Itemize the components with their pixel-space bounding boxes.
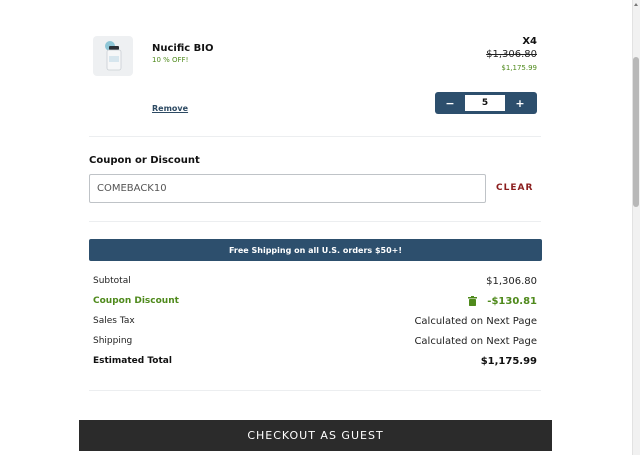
remove-item-link[interactable]: Remove xyxy=(152,104,188,113)
quantity-value[interactable]: 5 xyxy=(465,95,505,111)
product-promo: 10 % OFF! xyxy=(152,56,189,64)
coupon-discount-label: Coupon Discount xyxy=(93,296,179,306)
clear-coupon-button[interactable]: CLEAR xyxy=(496,183,533,193)
sales-tax-label: Sales Tax xyxy=(93,316,135,326)
subtotal-label: Subtotal xyxy=(93,276,131,286)
subtotal-row: Subtotal $1,306.80 xyxy=(93,274,537,288)
divider xyxy=(89,221,541,222)
product-name[interactable]: Nucific BIO xyxy=(152,43,214,54)
quantity-stepper: − 5 + xyxy=(435,92,537,114)
cart-item: Nucific BIO 10 % OFF! X4 $1,306.80 $1,17… xyxy=(89,33,541,123)
subtotal-value: $1,306.80 xyxy=(486,275,537,287)
checkout-as-guest-button[interactable]: CHECKOUT AS GUEST xyxy=(79,420,552,451)
divider xyxy=(89,390,541,391)
sales-tax-row: Sales Tax Calculated on Next Page xyxy=(93,314,537,328)
decrement-button[interactable]: − xyxy=(435,92,465,114)
estimated-total-label: Estimated Total xyxy=(93,356,172,366)
shipping-value: Calculated on Next Page xyxy=(414,335,537,347)
trash-icon[interactable] xyxy=(468,296,478,306)
shipping-label: Shipping xyxy=(93,336,133,346)
estimated-total-row: Estimated Total $1,175.99 xyxy=(93,354,537,368)
sales-tax-value: Calculated on Next Page xyxy=(414,315,537,327)
product-bottle-icon xyxy=(105,41,122,71)
coupon-title: Coupon or Discount xyxy=(89,155,200,166)
scroll-up-icon[interactable] xyxy=(634,3,638,6)
scrollbar[interactable] xyxy=(632,0,640,455)
quantity-multiplier: X4 xyxy=(522,36,537,47)
coupon-discount-value: -$130.81 xyxy=(487,295,537,307)
shipping-row: Shipping Calculated on Next Page xyxy=(93,334,537,348)
scroll-thumb[interactable] xyxy=(633,57,639,207)
price-discounted: $1,175.99 xyxy=(501,64,537,72)
divider xyxy=(89,136,541,137)
coupon-discount-row: Coupon Discount -$130.81 xyxy=(93,294,537,308)
coupon-input[interactable] xyxy=(89,174,486,203)
free-shipping-banner: Free Shipping on all U.S. orders $50+! xyxy=(89,239,542,261)
increment-button[interactable]: + xyxy=(505,92,535,114)
estimated-total-value: $1,175.99 xyxy=(480,355,537,367)
product-thumbnail[interactable] xyxy=(93,36,133,76)
price-original: $1,306.80 xyxy=(486,49,537,60)
